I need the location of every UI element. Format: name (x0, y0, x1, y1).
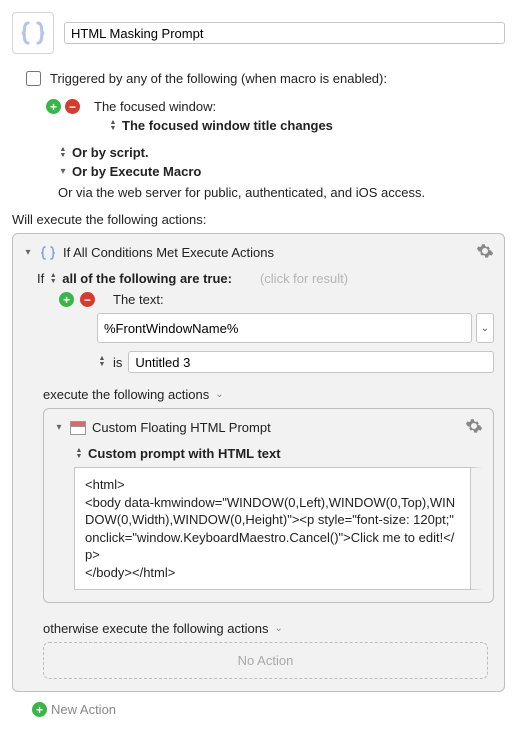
chevron-down-icon[interactable]: ⌄ (274, 623, 282, 634)
no-action-placeholder[interactable]: No Action (43, 642, 488, 679)
if-action-title: If All Conditions Met Execute Actions (63, 245, 274, 260)
updown-icon[interactable]: ▲▼ (108, 120, 118, 132)
html-prompt-title: Custom Floating HTML Prompt (92, 420, 271, 435)
or-by-execute-macro[interactable]: Or by Execute Macro (72, 164, 201, 179)
add-condition-button[interactable]: + (59, 292, 74, 307)
window-icon (70, 421, 86, 435)
remove-condition-button[interactable]: − (80, 292, 95, 307)
all-true-label[interactable]: all of the following are true: (62, 271, 232, 286)
gear-icon[interactable] (476, 242, 494, 263)
if-action-panel: ▾ If All Conditions Met Execute Actions … (12, 233, 505, 692)
is-label: is (113, 355, 122, 370)
updown-icon[interactable]: ▲▼ (48, 273, 58, 285)
html-prompt-subtitle[interactable]: Custom prompt with HTML text (88, 446, 281, 461)
new-action-label[interactable]: New Action (51, 702, 116, 717)
text-dropdown-icon[interactable]: ⌄ (476, 313, 494, 343)
gear-icon[interactable] (465, 417, 483, 438)
trigger-label: Triggered by any of the following (when … (50, 71, 387, 86)
click-for-result-hint[interactable]: (click for result) (260, 271, 348, 286)
or-via-web-label: Or via the web server for public, authen… (58, 185, 425, 200)
html-prompt-action-panel: ▾ Custom Floating HTML Prompt ▲▼ Custom … (43, 408, 494, 603)
the-text-label: The text: (113, 292, 164, 307)
or-by-script[interactable]: Or by script. (72, 145, 149, 160)
trigger-enabled-checkbox[interactable] (26, 71, 41, 86)
html-content-textarea[interactable]: <html> <body data-kmwindow="WINDOW(0,Lef… (74, 467, 483, 590)
macro-icon[interactable] (12, 12, 54, 54)
chevron-down-icon[interactable]: ▾ (58, 166, 68, 177)
focused-window-label: The focused window: (94, 99, 216, 114)
disclose-icon[interactable]: ▾ (23, 247, 33, 258)
focused-window-title-changes[interactable]: The focused window title changes (122, 118, 333, 133)
will-execute-label: Will execute the following actions: (12, 212, 505, 227)
disclose-icon[interactable]: ▾ (54, 422, 64, 433)
updown-icon[interactable]: ▲▼ (74, 448, 84, 460)
if-label: If (37, 271, 44, 286)
is-value-field[interactable] (128, 351, 494, 373)
otherwise-label: otherwise execute the following actions (43, 621, 268, 636)
chevron-down-icon[interactable]: ⌄ (215, 389, 223, 400)
execute-following-label: execute the following actions (43, 387, 209, 402)
remove-trigger-button[interactable]: − (65, 99, 80, 114)
text-value-field[interactable] (97, 313, 472, 343)
updown-icon[interactable]: ▲▼ (58, 147, 68, 159)
add-action-button[interactable]: + (32, 702, 47, 717)
braces-icon (39, 244, 57, 262)
updown-icon[interactable]: ▲▼ (97, 356, 107, 368)
add-trigger-button[interactable]: + (46, 99, 61, 114)
macro-name-input[interactable] (64, 22, 505, 44)
